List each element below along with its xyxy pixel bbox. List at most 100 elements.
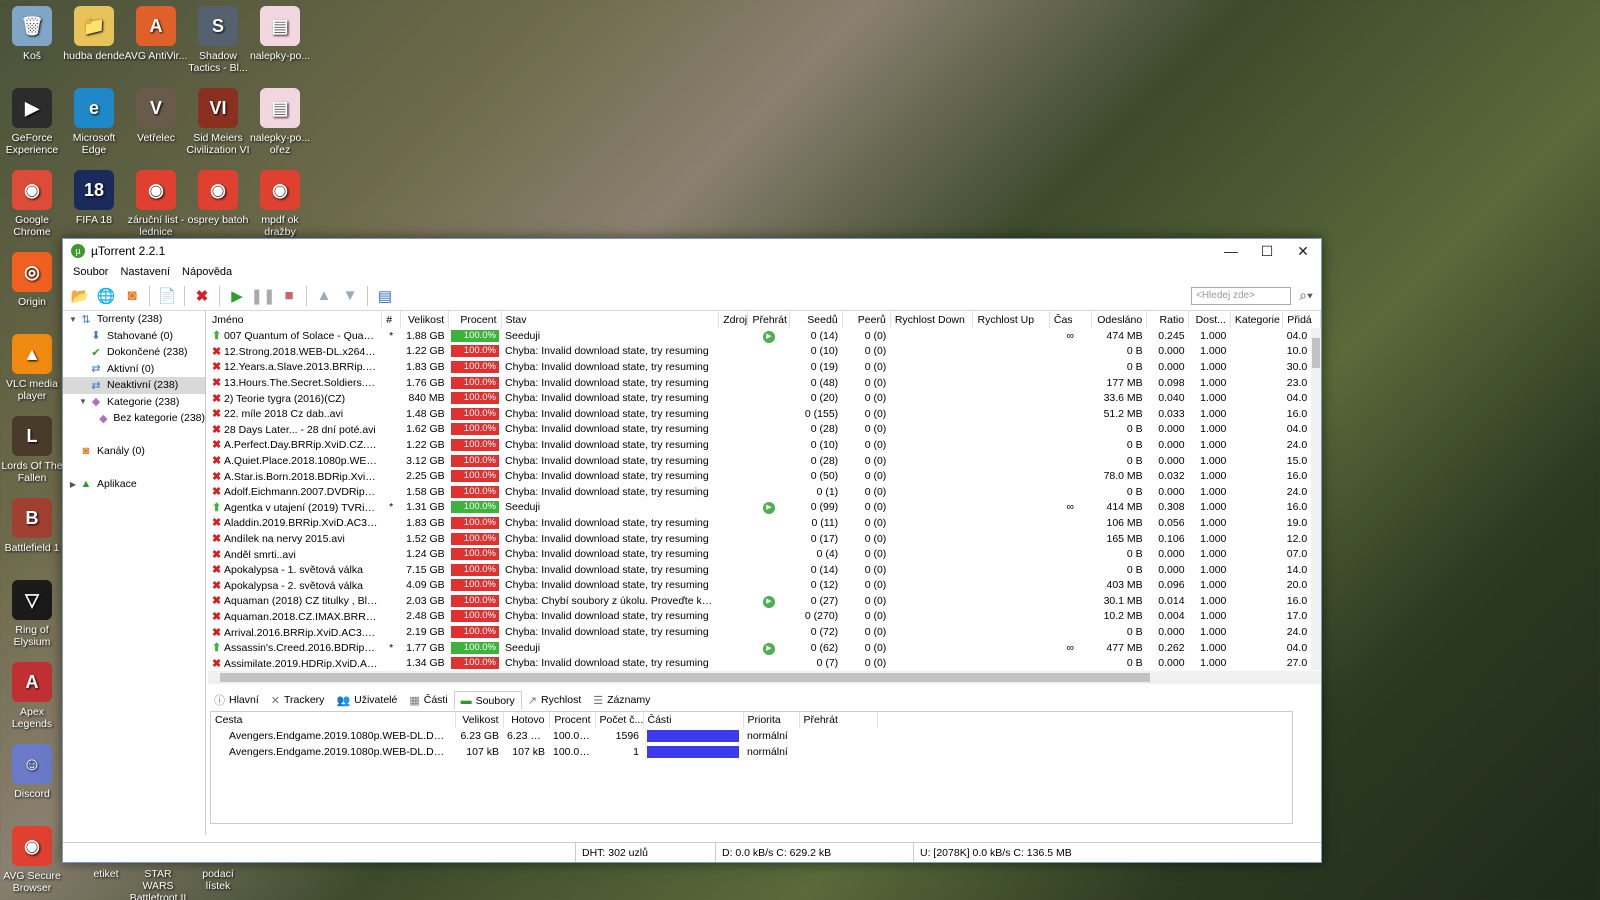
column-header[interactable]: Ratio [1146, 311, 1190, 328]
vertical-scroll-thumb[interactable] [1312, 338, 1320, 368]
files-column-header[interactable]: Přehrát [799, 712, 878, 728]
files-column-header[interactable]: Velikost [455, 712, 504, 728]
column-header[interactable]: Přehrát [747, 311, 791, 328]
play-icon[interactable]: ▶ [762, 330, 775, 343]
desktop-icon[interactable]: 18 FIFA 18 [62, 170, 126, 226]
tab-uživatelé[interactable]: 👥 Uživatelé [330, 691, 403, 709]
sidebar-item[interactable]: ▼ ⇅ Torrenty (238) [63, 311, 205, 328]
desktop-icon[interactable]: 📁 hudba dende [62, 6, 126, 62]
pause-button[interactable]: ❚❚ [250, 285, 275, 307]
minimize-button[interactable]: — [1213, 243, 1249, 259]
tab-soubory[interactable]: ▬ Soubory [453, 691, 522, 709]
create-torrent-button[interactable]: 📄 [156, 285, 178, 307]
column-header[interactable]: Procent [448, 311, 502, 328]
menu-napoveda[interactable]: Nápověda [176, 266, 238, 278]
desktop-icon[interactable]: ◉ Google Chrome [0, 170, 64, 238]
files-column-header[interactable]: Hotovo [503, 712, 550, 728]
file-row[interactable]: Avengers.Endgame.2019.1080p.WEB-DL.DD5.1… [211, 728, 877, 744]
sidebar-item[interactable]: ⇄ Neaktivní (238) [63, 377, 205, 394]
desktop-icon[interactable]: 🗑 Koš [0, 6, 64, 62]
column-header[interactable]: Čas [1049, 311, 1092, 328]
desktop-bottom-label[interactable]: podací lístek [190, 868, 246, 892]
torrent-row[interactable]: ✖ 2) Teorie tygra (2016)(CZ) 840 MB 100.0% C… [208, 390, 1321, 406]
torrent-row[interactable]: ⬆ 007 Quantum of Solace - Quant... * 1.88 G… [208, 328, 1321, 344]
tab-trackery[interactable]: ✕ Trackery [265, 691, 331, 709]
expander-icon[interactable]: ▼ [67, 315, 79, 324]
menu-nastaveni[interactable]: Nastavení [114, 266, 176, 278]
vertical-scrollbar[interactable] [1311, 328, 1321, 670]
files-column-header[interactable]: Cesta [211, 712, 456, 728]
files-column-header[interactable]: Části [643, 712, 744, 728]
title-bar[interactable]: µ µTorrent 2.2.1 — ☐ ✕ [63, 239, 1321, 263]
stop-button[interactable]: ■ [278, 285, 300, 307]
move-down-button[interactable]: ▼ [339, 285, 361, 307]
start-button[interactable]: ▶ [226, 285, 248, 307]
column-header[interactable]: Rychlost Down [890, 311, 974, 328]
torrent-row[interactable]: ✖ Andílek na nervy 2015.avi 1.52 GB 100.0% C… [208, 531, 1321, 547]
torrent-row[interactable]: ✖ A.Perfect.Day.BRRip.XviD.CZ.avi 1.22 GB 1… [208, 437, 1321, 453]
desktop-icon[interactable]: ◉ AVG Secure Browser [0, 826, 64, 894]
torrent-row[interactable]: ✖ Assimilate.2019.HDRip.XviD.AC... 1.34 GB… [208, 655, 1321, 671]
torrent-row[interactable]: ✖ Arrival.2016.BRRip.XviD.AC3.CZ.... 2.19 … [208, 624, 1321, 640]
expander-icon[interactable]: ▼ [77, 397, 89, 406]
tab-rychlost[interactable]: ↗ Rychlost [522, 691, 587, 709]
desktop-icon[interactable]: ◉ mpdf ok dražby [248, 170, 312, 238]
column-header[interactable]: Dost... [1188, 311, 1231, 328]
desktop-bottom-label[interactable]: etiket [78, 868, 134, 880]
desktop-icon[interactable]: B Battlefield 1 [0, 498, 64, 554]
desktop-icon[interactable]: ◎ Origin [0, 252, 64, 308]
sidebar-item[interactable]: ▼ ◆ Kategorie (238) [63, 394, 205, 411]
add-url-button[interactable]: 🌐 [95, 285, 117, 307]
play-icon[interactable]: ▶ [762, 595, 775, 608]
desktop-icon[interactable]: ◉ osprey batoh [186, 170, 250, 226]
desktop-icon[interactable]: ▤ nalepky-po... ořez [248, 88, 312, 156]
desktop-icon[interactable]: ▤ nalepky-po... [248, 6, 312, 62]
files-column-header[interactable]: Procent [549, 712, 596, 728]
remove-button[interactable]: ✖ [191, 285, 213, 307]
close-button[interactable]: ✕ [1285, 243, 1321, 260]
search-input[interactable]: <Hledej zde> [1191, 286, 1291, 305]
play-icon[interactable]: ▶ [762, 502, 775, 515]
sidebar-item[interactable]: ⇄ Aktivní (0) [63, 361, 205, 378]
torrent-row[interactable]: ✖ Aquaman.2018.CZ.IMAX.BRRip.... 2.48 GB 10… [208, 609, 1321, 625]
tab-hlavní[interactable]: ⓘ Hlavní [208, 691, 265, 709]
torrent-row[interactable]: ✖ Anděl smrti..avi 1.24 GB 100.0% Chyba: Inv… [208, 546, 1321, 562]
play-icon[interactable]: ▶ [762, 642, 775, 655]
desktop-icon[interactable]: ▶ GeForce Experience [0, 88, 64, 156]
desktop-bottom-label[interactable]: STAR WARS Battlefront II [128, 868, 188, 900]
column-header[interactable]: Jméno [208, 311, 383, 328]
column-header[interactable]: Seedů [789, 311, 843, 328]
desktop-icon[interactable]: A AVG AntiVir... [124, 6, 188, 62]
desktop-icon[interactable]: ◉ záruční list - lednice [124, 170, 188, 238]
torrent-row[interactable]: ✖ Aquaman (2018) CZ titulky , Blu... 2.03 … [208, 593, 1321, 609]
expander-icon[interactable]: ▶ [67, 480, 79, 489]
desktop-icon[interactable]: ▲ VLC media player [0, 334, 64, 402]
horizontal-scrollbar[interactable] [208, 671, 1321, 684]
sidebar-item[interactable]: ◆ Bez kategorie (238) [63, 410, 205, 427]
torrent-row[interactable]: ⬆ Assassin's.Creed.2016.BDRip.Xvi... * 1.77… [208, 640, 1321, 656]
desktop-icon[interactable]: VI Sid Meiers Civilization VI [186, 88, 250, 156]
sidebar-item[interactable]: ◙ Kanály (0) [63, 443, 205, 460]
add-rss-button[interactable]: ◙ [121, 285, 143, 307]
column-header[interactable]: Kategorie [1230, 311, 1284, 328]
column-header[interactable]: Zdroj [718, 311, 749, 328]
torrent-row[interactable]: ✖ 12.Years.a.Slave.2013.BRRip.Xvi... 1.83 … [208, 359, 1321, 375]
column-header[interactable]: Přidá [1282, 311, 1321, 328]
torrent-row[interactable]: ⬆ Agentka v utajení (2019) TVRip ... * 1.31… [208, 500, 1321, 516]
desktop-icon[interactable]: A Apex Legends [0, 662, 64, 730]
torrent-row[interactable]: ✖ Adolf.Eichmann.2007.DVDRip.x... 1.58 GB 1… [208, 484, 1321, 500]
files-column-header[interactable]: Priorita [743, 712, 800, 728]
torrent-row[interactable]: ✖ Apokalypsa - 1. světová válka 7.15 GB 100… [208, 562, 1321, 578]
desktop-icon[interactable]: ☺ Discord [0, 744, 64, 800]
torrent-row[interactable]: ✖ 28 Days Later... - 28 dní poté.avi 1.62 … [208, 422, 1321, 438]
torrent-row[interactable]: ✖ Aladdin.2019.BRRip.XviD.AC3-X... 1.83 GB… [208, 515, 1321, 531]
maximize-button[interactable]: ☐ [1249, 243, 1285, 260]
column-header[interactable]: Odesláno [1091, 311, 1148, 328]
column-header[interactable]: Stav [501, 311, 720, 328]
torrent-row[interactable]: ✖ Apokalypsa - 2. světová válka 4.09 GB 100… [208, 578, 1321, 594]
sidebar-item[interactable]: ⬇ Stahované (0) [63, 328, 205, 345]
column-header[interactable]: # [381, 311, 402, 328]
tab-záznamy[interactable]: ☰ Záznamy [587, 691, 656, 709]
horizontal-scroll-thumb[interactable] [220, 673, 1150, 682]
column-header[interactable]: Rychlost Up [972, 311, 1050, 328]
